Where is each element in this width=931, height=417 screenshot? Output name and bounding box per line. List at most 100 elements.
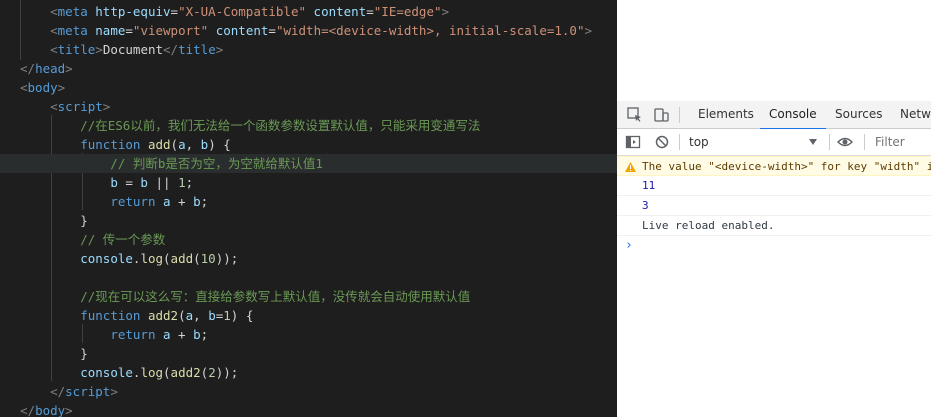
code-token: add2 — [147, 308, 179, 323]
code-editor[interactable]: <meta http-equiv="X-UA-Compatible" conte… — [0, 0, 617, 417]
code-token: < — [20, 42, 58, 57]
code-token: //在ES6以前，我们无法给一个函数参数设置默认值，只能采用变通写法 — [20, 118, 481, 133]
code-line: console.log(add(10)); — [20, 249, 238, 268]
console-output: 3 — [617, 196, 931, 216]
code-token: "X-UA-Compatible" — [178, 4, 307, 19]
code-token: + — [170, 327, 194, 342]
code-token: , — [185, 137, 201, 152]
code-token: // 判断b是否为空，为空就给默认值1 — [20, 156, 323, 171]
code-token: // 传一个参数 — [20, 232, 166, 247]
output-value: 3 — [642, 199, 649, 212]
code-token: = — [125, 23, 133, 38]
filter-input[interactable] — [871, 132, 931, 152]
code-token: Document — [102, 42, 164, 57]
code-token: ; — [185, 175, 194, 190]
sidebar-icon[interactable] — [625, 134, 641, 150]
code-token: > — [65, 403, 73, 417]
code-token: add — [170, 251, 194, 266]
code-token: > — [95, 42, 103, 57]
code-token: body — [27, 80, 58, 95]
code-token: , — [193, 308, 209, 323]
code-token: a — [163, 194, 171, 209]
tab-network[interactable]: Netwo — [900, 101, 931, 128]
code-token: > — [584, 23, 593, 38]
clear-console-icon[interactable] — [654, 134, 670, 150]
code-token: = — [117, 175, 141, 190]
tab-elements[interactable]: Elements — [698, 101, 754, 128]
code-token: ; — [200, 327, 209, 342]
chevron-down-icon — [809, 139, 817, 145]
inspect-icon[interactable] — [627, 107, 643, 123]
code-token: + — [170, 194, 194, 209]
tab-sources[interactable]: Sources — [835, 101, 882, 128]
code-token: meta — [57, 4, 96, 19]
code-line: b = b || 1; — [20, 173, 193, 192]
code-line: </head> — [20, 59, 73, 78]
code-token: < — [20, 4, 58, 19]
code-token: ( — [163, 365, 171, 380]
code-token: ( — [170, 137, 179, 152]
tab-console[interactable]: Console — [760, 101, 826, 130]
code-token: 10 — [200, 251, 216, 266]
code-token: > — [110, 384, 118, 399]
code-token: ) { — [230, 308, 254, 323]
console-toolbar: top — [617, 129, 931, 156]
code-token: a — [178, 137, 186, 152]
code-line: // 判断b是否为空，为空就给默认值1 — [0, 154, 617, 173]
code-token: content — [313, 4, 367, 19]
code-token: 1 — [178, 175, 186, 190]
code-token: console — [80, 251, 133, 266]
code-token: )); — [215, 251, 239, 266]
output-value: 11 — [642, 179, 656, 192]
code-token: ( — [178, 308, 186, 323]
code-token: > — [215, 42, 224, 57]
code-token: meta — [57, 23, 96, 38]
live-expression-icon[interactable] — [837, 134, 853, 150]
devtools-panel: Elements Console Sources Netwo top — [617, 0, 931, 417]
code-token: script — [57, 99, 103, 114]
device-toggle-icon[interactable] — [653, 107, 669, 123]
toolbar-separator — [864, 134, 865, 150]
code-token: ( — [163, 251, 171, 266]
code-line: <meta http-equiv="X-UA-Compatible" conte… — [20, 2, 449, 21]
code-token: 2 — [208, 365, 216, 380]
code-token: < — [20, 80, 28, 95]
console-warning: The value "<device-width>" for key "widt… — [617, 156, 931, 176]
code-token: b — [208, 308, 216, 323]
toolbar-separator — [829, 134, 830, 150]
warning-icon — [625, 162, 636, 172]
console-prompt[interactable]: › — [617, 236, 931, 256]
code-token: //现在可以这么写：直接给参数写上默认值，没传就会自动使用默认值 — [20, 289, 471, 304]
code-token: a — [185, 308, 194, 323]
code-token: </ — [20, 61, 36, 76]
code-token: )); — [215, 365, 239, 380]
code-token: || — [147, 175, 179, 190]
code-token: < — [20, 99, 58, 114]
code-token: < — [20, 23, 58, 38]
code-token: b — [193, 327, 201, 342]
console-log: Live reload enabled. — [617, 216, 931, 236]
code-line: function add2(a, b=1) { — [20, 306, 253, 325]
context-selector[interactable]: top — [689, 129, 821, 155]
code-token: > — [57, 80, 66, 95]
code-token: "width=<device-width>, initial-scale=1.0… — [275, 23, 585, 38]
code-line: </body> — [20, 401, 73, 417]
console-output: 11 — [617, 176, 931, 196]
code-token: b — [140, 175, 148, 190]
code-line: } — [20, 344, 88, 363]
toolbar-separator — [679, 134, 680, 150]
code-token: console — [80, 365, 133, 380]
code-token: > — [102, 99, 111, 114]
tab-separator — [679, 107, 680, 123]
code-line: <title>Document</title> — [20, 40, 223, 59]
code-line: console.log(add2(2)); — [20, 363, 238, 382]
code-token: "IE=edge" — [373, 4, 442, 19]
code-token: a — [163, 327, 171, 342]
